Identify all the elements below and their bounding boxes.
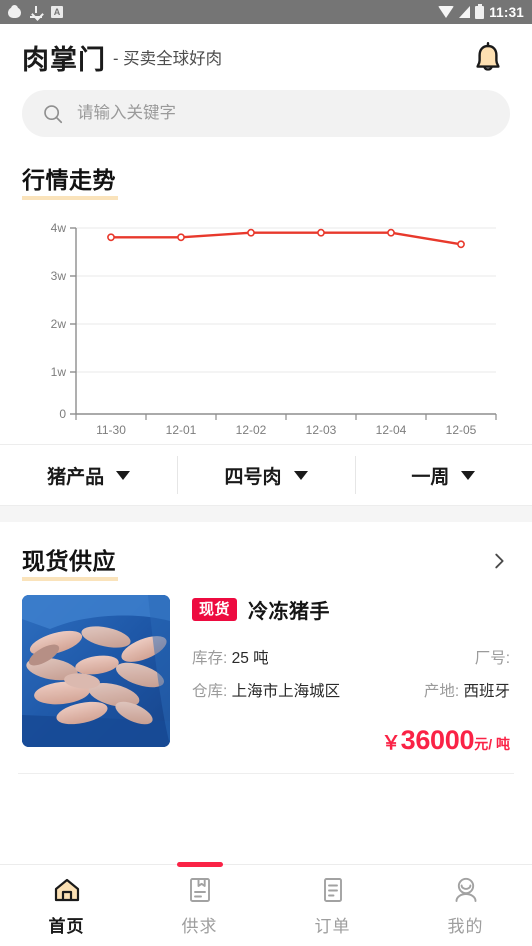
search-bar[interactable] (22, 90, 510, 137)
chevron-right-icon[interactable] (488, 550, 510, 572)
tab-supply-demand-label: 供求 (181, 916, 218, 936)
product-info: 现货 冷冻猪手 库存: 25 吨 厂号: 仓库: 上海市上海城区 产地: 西班牙… (170, 595, 510, 756)
stock-label: 库存: (192, 650, 228, 667)
app-slogan: - 买卖全球好肉 (113, 50, 223, 68)
supply-list-item[interactable]: 现货 冷冻猪手 库存: 25 吨 厂号: 仓库: 上海市上海城区 产地: 西班牙… (0, 579, 532, 756)
chart-gridlines (76, 227, 496, 373)
tab-orders-label: 订单 (314, 916, 351, 936)
product-title-row: 现货 冷冻猪手 (192, 595, 510, 624)
line-chart-svg: 4w 3w 2w 1w 0 11-30 12-01 12-02 12-03 12… (51, 221, 497, 437)
stock-field: 库存: 25 吨 (192, 646, 475, 668)
battery-icon (475, 3, 485, 19)
filter-bar: 猪产品 四号肉 一周 (0, 444, 532, 506)
chevron-down-icon (293, 470, 308, 480)
chart-ytick-3: 3w (51, 269, 67, 283)
chart-ytick-4: 4w (51, 221, 67, 235)
tab-home-label: 首页 (48, 916, 85, 936)
filter-category[interactable]: 猪产品 (0, 445, 177, 505)
tab-profile[interactable]: 我的 (399, 865, 532, 946)
order-icon (323, 877, 342, 902)
chart-series-line (109, 231, 463, 246)
price-value: 36000 (400, 725, 475, 755)
market-trend-title-row: 行情走势 (0, 161, 532, 200)
currency-symbol: ￥ (381, 733, 401, 754)
bell-icon (476, 42, 500, 71)
profile-icon (455, 877, 476, 902)
chevron-down-icon (461, 470, 476, 480)
app-brand-title: 肉掌门 (22, 44, 106, 75)
search-input[interactable] (77, 104, 490, 123)
warehouse-field: 仓库: 上海市上海城区 (192, 679, 424, 701)
chart-ytick-0: 0 (59, 407, 66, 421)
market-trend-chart[interactable]: 4w 3w 2w 1w 0 11-30 12-01 12-02 12-03 12… (0, 212, 532, 444)
chart-ytick-1: 1w (51, 365, 67, 379)
factory-label: 厂号: (474, 650, 510, 667)
warehouse-label: 仓库: (192, 683, 228, 700)
app-header: 肉掌门 - 买卖全球好肉 (0, 24, 532, 90)
product-meta-row-1: 库存: 25 吨 厂号: (192, 646, 510, 668)
origin-label: 产地: (423, 683, 460, 700)
chart-ytick-2: 2w (51, 317, 67, 331)
chevron-down-icon (116, 470, 131, 480)
search-icon (44, 104, 63, 123)
signal-icon (459, 6, 471, 18)
origin-value: 西班牙 (463, 683, 510, 700)
price-unit: 元/ 吨 (474, 736, 510, 752)
tab-profile-label: 我的 (447, 916, 484, 936)
status-badge: 现货 (192, 597, 238, 622)
tab-supply-demand[interactable]: 供求 (133, 862, 266, 946)
tab-orders[interactable]: 订单 (266, 865, 399, 946)
filter-cut[interactable]: 四号肉 (177, 445, 354, 505)
market-trend-title: 行情走势 (22, 161, 118, 200)
status-bar-right-icons: 11:31 (438, 3, 524, 20)
spot-supply-section: 现货供应 现货 冷冻猪手 库存: 25 吨 厂号: 仓库: 上海市上海城区 产地… (0, 522, 532, 774)
product-thumbnail[interactable] (22, 595, 170, 747)
spot-supply-title: 现货供应 (22, 542, 118, 581)
filter-cut-label: 四号肉 (224, 466, 282, 488)
chart-xtick-5: 12-05 (446, 423, 477, 437)
factory-field: 厂号: (475, 646, 510, 668)
cloud-icon (8, 4, 21, 18)
price-row: ￥36000元/ 吨 (192, 725, 510, 756)
origin-field: 产地: 西班牙 (424, 679, 510, 701)
product-title: 冷冻猪手 (248, 601, 331, 623)
status-bar: A 11:31 (0, 0, 532, 24)
frozen-pig-trotters-image (22, 595, 170, 747)
market-trend-section: 行情走势 4w 3w 2w 1w 0 11-30 12-01 12-02 12-… (0, 137, 532, 444)
search-section (0, 90, 532, 137)
chart-xtick-4: 12-04 (376, 423, 407, 437)
chart-xtick-1: 12-01 (166, 423, 197, 437)
chart-xtick-0: 11-30 (96, 423, 126, 437)
product-meta-row-2: 仓库: 上海市上海城区 产地: 西班牙 (192, 679, 510, 701)
wifi-icon (438, 6, 455, 18)
filter-category-label: 猪产品 (47, 466, 105, 488)
section-divider-band (0, 506, 532, 522)
status-bar-left-icons: A (8, 4, 63, 18)
filter-period[interactable]: 一周 (354, 445, 532, 505)
tab-indicator (176, 862, 223, 867)
bottom-navigation: 首页 供求 订单 我的 (0, 862, 532, 946)
chart-xtick-2: 12-02 (236, 423, 267, 437)
home-icon (54, 878, 79, 901)
supply-demand-icon (189, 877, 210, 902)
download-icon (30, 6, 42, 18)
tab-home[interactable]: 首页 (0, 865, 133, 946)
filter-period-label: 一周 (411, 466, 450, 488)
a-box-icon: A (51, 6, 63, 18)
list-separator (18, 773, 514, 774)
stock-value: 25 吨 (231, 650, 269, 667)
chart-xtick-3: 12-03 (306, 423, 337, 437)
notification-button[interactable] (466, 35, 510, 79)
spot-supply-title-row: 现货供应 (0, 542, 532, 581)
warehouse-value: 上海市上海城区 (231, 683, 341, 700)
status-bar-clock: 11:31 (489, 4, 524, 20)
